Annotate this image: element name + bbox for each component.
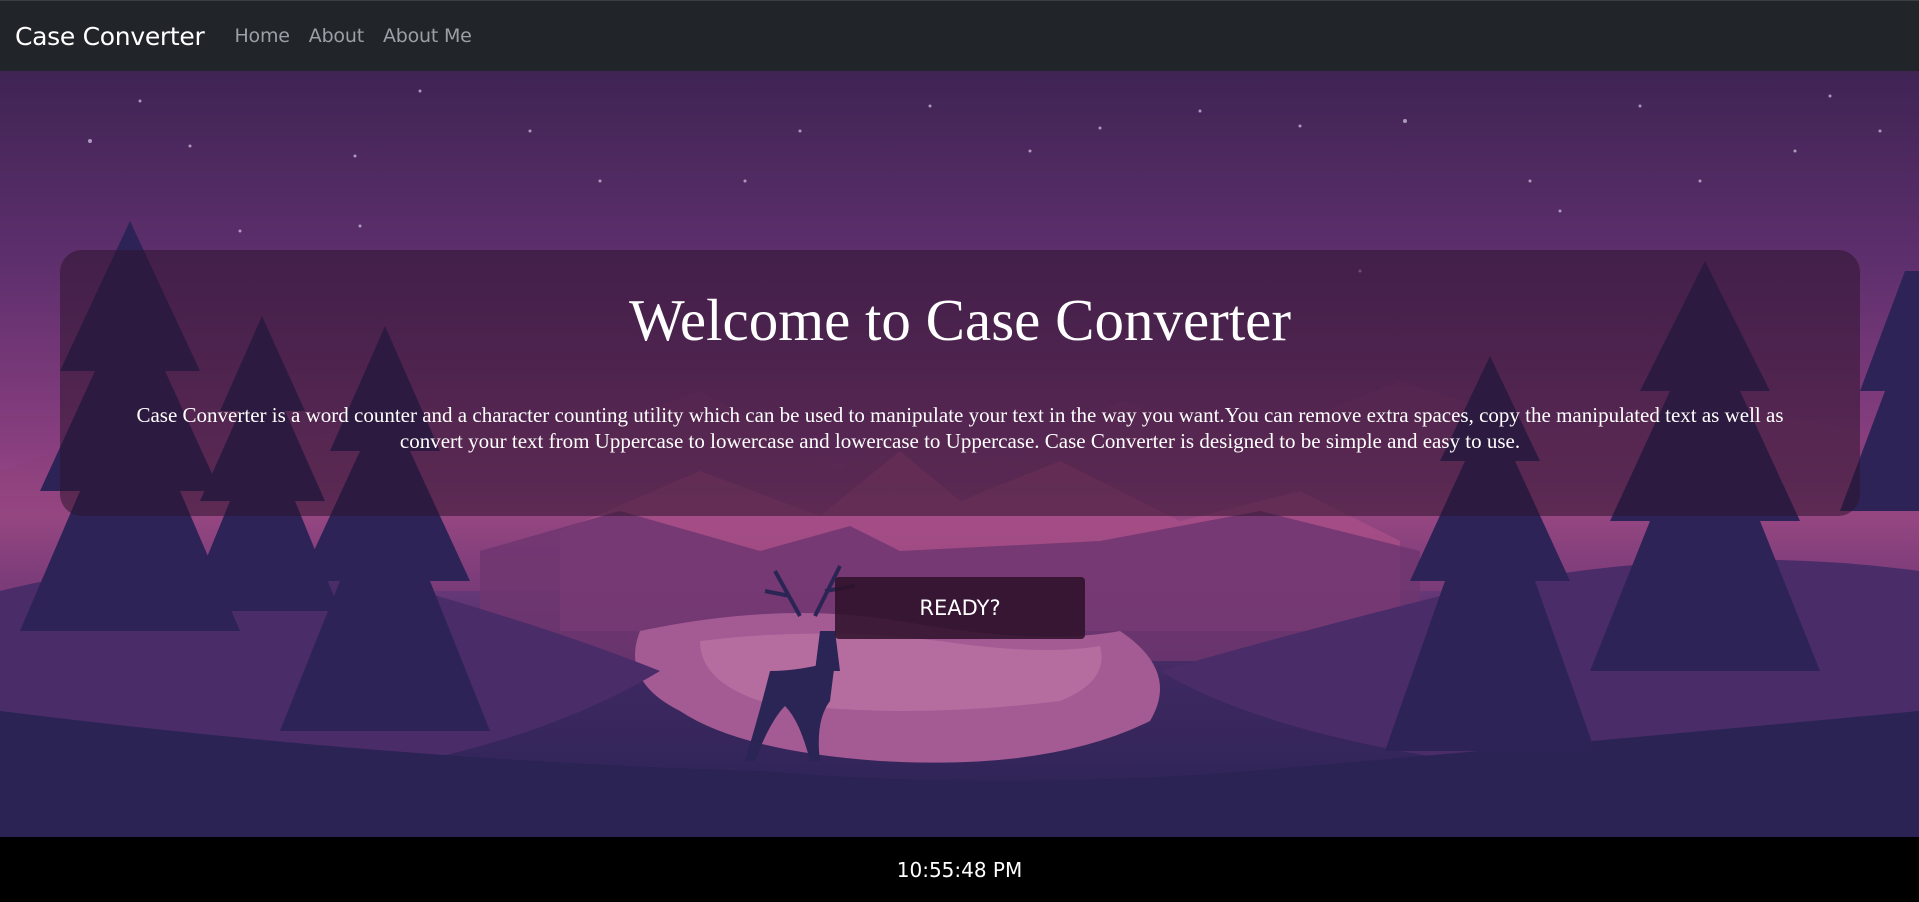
footer: 10:55:48 PM	[0, 837, 1919, 902]
nav-link-about[interactable]: About	[309, 25, 364, 47]
welcome-panel: Welcome to Case Converter Case Converter…	[60, 250, 1860, 516]
navbar: Case Converter Home About About Me	[0, 0, 1919, 71]
welcome-description: Case Converter is a word counter and a c…	[136, 403, 1784, 453]
hero-section: Welcome to Case Converter Case Converter…	[0, 71, 1919, 837]
ready-button[interactable]: READY?	[835, 577, 1085, 639]
nav-link-about-me[interactable]: About Me	[383, 25, 472, 47]
nav-link-home[interactable]: Home	[234, 25, 290, 47]
welcome-heading: Welcome to Case Converter	[628, 287, 1292, 353]
footer-clock: 10:55:48 PM	[896, 857, 1023, 882]
brand-logo-text[interactable]: Case Converter	[15, 22, 205, 51]
